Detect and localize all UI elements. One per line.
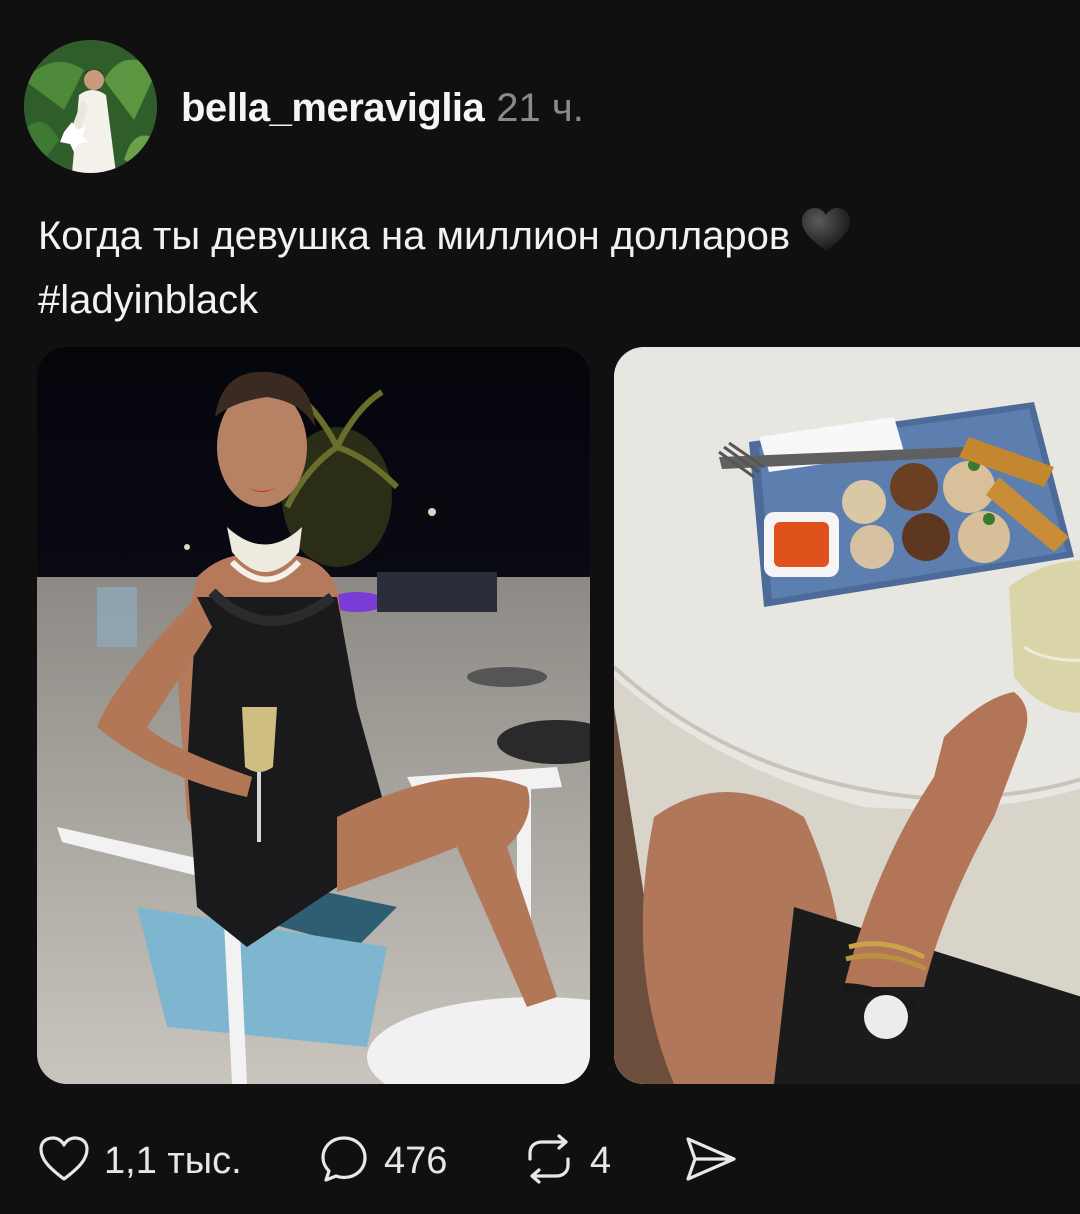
black-heart-icon [800,207,852,270]
comment-icon [318,1133,370,1190]
hashtag-link[interactable]: #ladyinblack [38,270,1048,330]
comment-button[interactable]: 476 [318,1133,447,1189]
action-bar: 1,1 тыс. 476 4 [0,1133,1080,1189]
post-header: bella_meraviglia 21 ч. [181,84,584,132]
share-button[interactable] [684,1133,738,1189]
repost-icon [522,1133,576,1190]
caption-text: Когда ты девушка на миллион долларов [38,214,791,258]
repost-button[interactable]: 4 [522,1133,611,1189]
post-photo-2[interactable] [614,347,1080,1084]
send-icon [684,1134,738,1189]
timestamp: 21 ч. [496,86,584,130]
username[interactable]: bella_meraviglia [181,86,485,130]
like-button[interactable]: 1,1 тыс. [38,1133,242,1189]
heart-icon [38,1135,90,1188]
post-photo-1[interactable] [37,347,590,1084]
post-caption: Когда ты девушка на миллион долларов #la… [38,206,1048,330]
avatar[interactable] [24,40,157,173]
like-count: 1,1 тыс. [104,1139,242,1182]
repost-count: 4 [590,1139,612,1182]
comment-count: 476 [384,1139,448,1182]
